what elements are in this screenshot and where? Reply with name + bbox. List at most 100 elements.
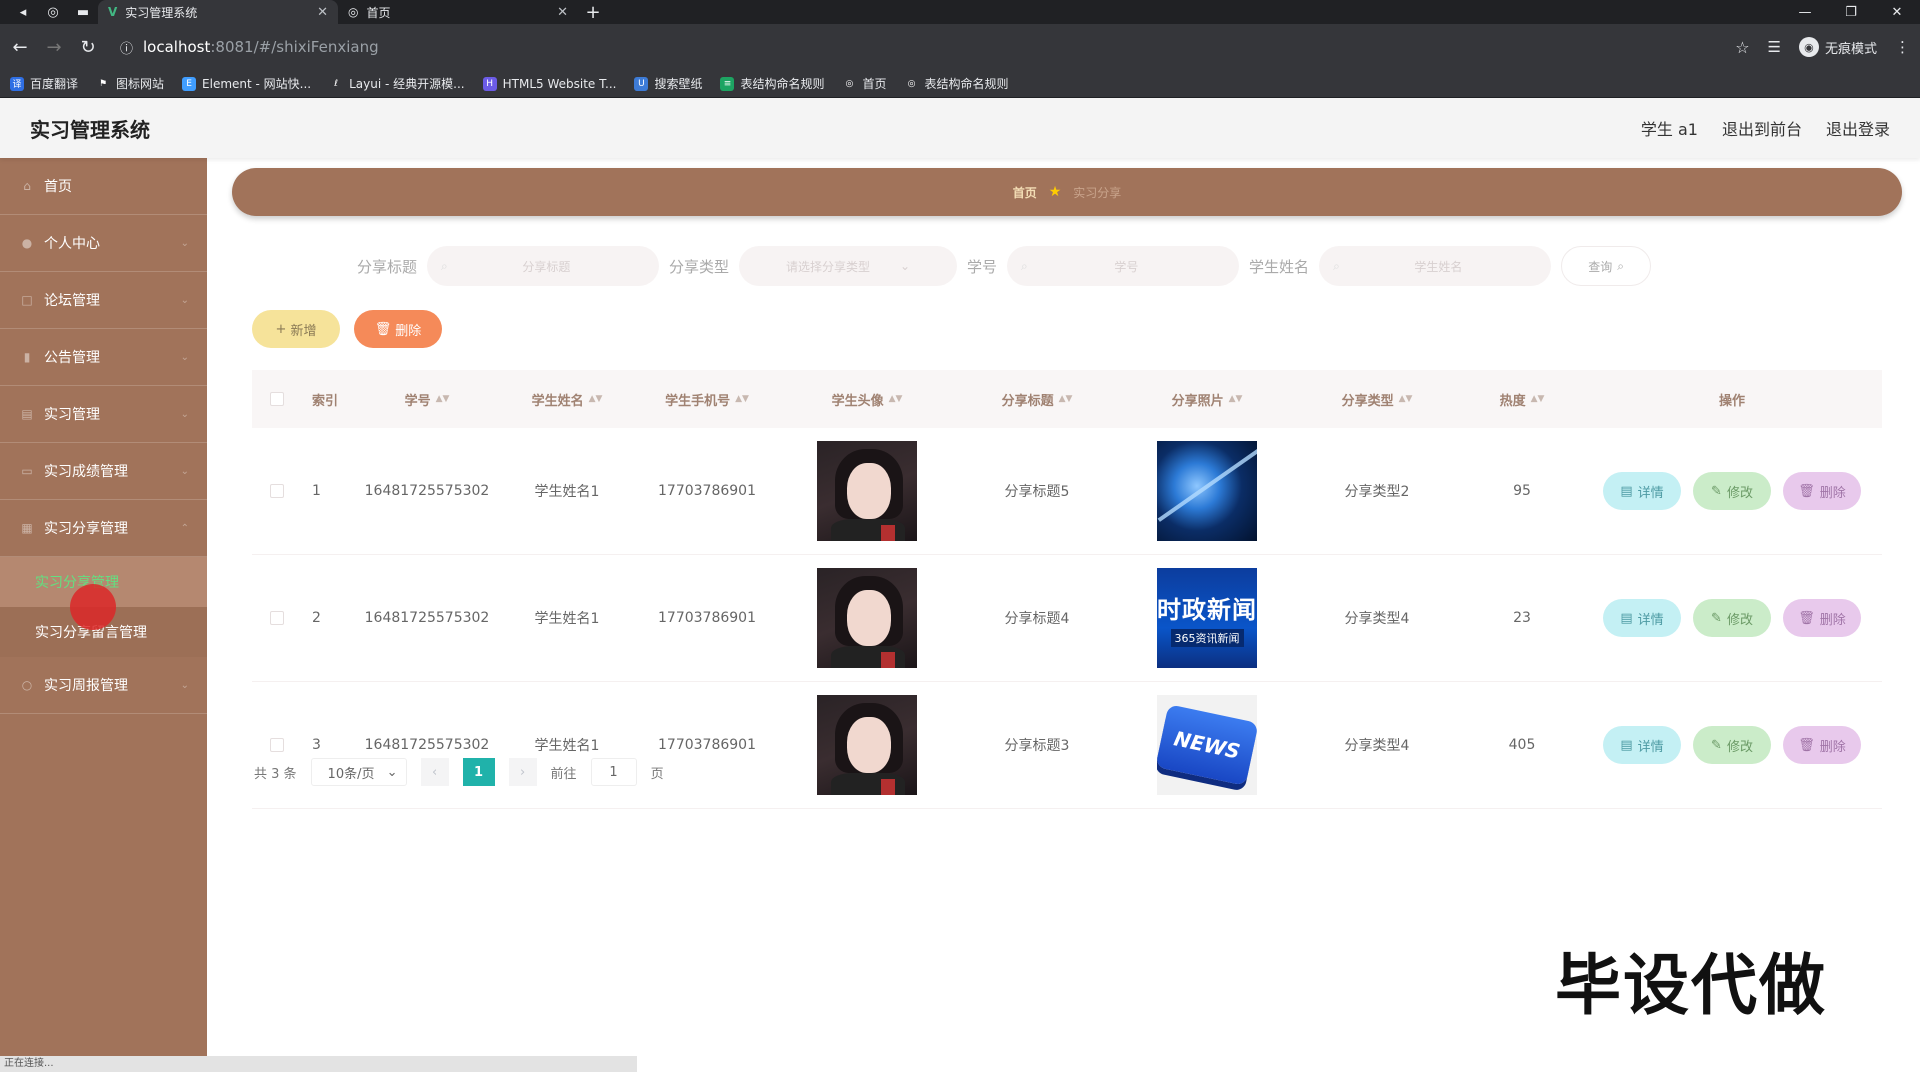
restore-icon[interactable]: ❐ <box>1828 0 1874 24</box>
col-avatar[interactable]: 学生头像 ▲▼ <box>782 390 952 409</box>
col-photo[interactable]: 分享照片 ▲▼ <box>1122 390 1292 409</box>
tab-inactive[interactable]: ◎ 首页 ✕ <box>338 0 578 24</box>
page-size-select[interactable]: 10条/页 ⌄ <box>310 758 407 786</box>
sidebar-item-label: 论坛管理 <box>44 293 100 309</box>
globe-icon[interactable]: ◎ <box>38 0 68 24</box>
type-label: 分享类型 <box>669 257 730 276</box>
bookmark-item[interactable]: U 搜索壁纸 <box>634 75 702 92</box>
tab-active[interactable]: V 实习管理系统 ✕ <box>98 0 338 24</box>
bookmark-item[interactable]: 译百度翻译 <box>10 75 78 92</box>
globe-icon: ◎ <box>348 5 359 19</box>
delete-button[interactable]: 🗑 删除 <box>1783 726 1861 764</box>
share-photo-news-banner[interactable]: 时政新闻 365资讯新闻 <box>1157 568 1257 668</box>
student-avatar-image[interactable] <box>817 441 917 541</box>
bookmark-item[interactable]: ⚑ 图标网站 <box>96 75 164 92</box>
row-checkbox[interactable] <box>252 738 302 752</box>
reload-icon[interactable]: ↻ <box>78 37 98 58</box>
student-avatar-image[interactable] <box>817 695 917 795</box>
student-avatar-image[interactable] <box>817 568 917 668</box>
detail-button[interactable]: ▤ 详情 <box>1603 472 1681 510</box>
edit-button[interactable]: ✎ 修改 <box>1693 472 1771 510</box>
incognito-badge[interactable]: ◉ 无痕模式 <box>1798 37 1877 57</box>
sidebar-item-share[interactable]: ▦ 实习分享管理 ⌃ <box>0 500 207 557</box>
select-all-checkbox[interactable] <box>252 392 302 406</box>
name-search-input[interactable]: ⌕ 学生姓名 <box>1319 246 1552 286</box>
sidebar-item-home[interactable]: ⌂ 首页 <box>0 158 207 215</box>
prev-page-button[interactable]: ‹ <box>420 758 449 786</box>
edit-button[interactable]: ✎ 修改 <box>1693 726 1771 764</box>
watermark-text: 毕设代做 <box>1555 947 1827 1024</box>
col-hot[interactable]: 热度 ▲▼ <box>1462 390 1582 409</box>
cell-name: 学生姓名1 <box>534 611 600 627</box>
audio-icon[interactable]: ◂ <box>8 0 38 24</box>
edit-button[interactable]: ✎ 修改 <box>1693 599 1771 637</box>
delete-button[interactable]: 🗑 删除 <box>1783 599 1861 637</box>
batch-delete-button[interactable]: 🗑 删除 <box>354 310 442 348</box>
url-field[interactable]: ⓘ localhost:8081/#/shixiFenxiang <box>112 32 1721 62</box>
id-search-input[interactable]: ⌕ 学号 <box>1007 246 1240 286</box>
cell-index: 3 <box>312 737 321 753</box>
sidebar-item-profile[interactable]: ● 个人中心 ⌄ <box>0 215 207 272</box>
detail-button[interactable]: ▤ 详情 <box>1603 726 1681 764</box>
add-button[interactable]: + 新增 <box>252 310 340 348</box>
cell-student-id: 16481725575302 <box>364 737 490 753</box>
col-type[interactable]: 分享类型 ▲▼ <box>1292 390 1462 409</box>
bookmark-item[interactable]: H HTML5 Website T... <box>482 76 617 91</box>
row-checkbox[interactable] <box>252 611 302 625</box>
current-user: 学生 a1 <box>1640 120 1698 139</box>
back-to-front-link[interactable]: 退出到前台 <box>1722 116 1802 140</box>
menu-icon[interactable]: ⋮ <box>1895 38 1910 56</box>
detail-button[interactable]: ▤ 详情 <box>1603 599 1681 637</box>
chevron-down-icon: ⌄ <box>386 764 398 780</box>
goto-page-input[interactable]: 1 <box>590 758 637 786</box>
sidebar-item-label: 实习周报管理 <box>44 678 128 694</box>
bookmark-item[interactable]: ≡ 表结构命名规则 <box>720 75 824 92</box>
bookmark-label: HTML5 Website T... <box>502 76 617 91</box>
row-checkbox[interactable] <box>252 484 302 498</box>
cell-avatar <box>782 441 952 541</box>
notice-icon: ▮ <box>23 350 31 364</box>
logout-link[interactable]: 退出登录 <box>1826 116 1890 140</box>
cell-student-id: 16481725575302 <box>364 610 490 626</box>
close-icon[interactable]: ✕ <box>317 5 328 20</box>
back-arrow-icon[interactable]: ← <box>10 37 30 58</box>
col-student-id[interactable]: 学号 ▲▼ <box>352 390 502 409</box>
col-title[interactable]: 分享标题 ▲▼ <box>952 390 1122 409</box>
sort-icon: ▲▼ <box>435 394 450 404</box>
query-button[interactable]: 查询 ⌕ <box>1561 246 1652 286</box>
type-select[interactable]: 请选择分享类型 ⌄ <box>739 246 958 286</box>
minimize-icon[interactable]: — <box>1782 0 1828 24</box>
reading-list-icon[interactable]: ☰ <box>1768 38 1781 56</box>
bookmark-item[interactable]: E Element - 网站快... <box>182 75 311 92</box>
sidebar-item-notice[interactable]: ▮ 公告管理 ⌄ <box>0 329 207 386</box>
sidebar-item-weekly-report[interactable]: ○ 实习周报管理 ⌄ <box>0 657 207 714</box>
report-icon: ○ <box>21 678 33 692</box>
col-name[interactable]: 学生姓名 ▲▼ <box>502 390 632 409</box>
sidebar-item-internship[interactable]: ▤ 实习管理 ⌄ <box>0 386 207 443</box>
trash-icon: 🗑 <box>1798 610 1815 626</box>
window-icon[interactable]: ▬ <box>68 0 98 24</box>
delete-label: 删除 <box>395 323 422 339</box>
close-icon[interactable]: ✕ <box>557 5 568 20</box>
bookmark-item[interactable]: ℓ Layui - 经典开源模... <box>329 75 464 92</box>
sidebar-item-label: 实习分享管理 <box>44 521 128 537</box>
breadcrumb-home[interactable]: 首页 <box>1013 184 1037 201</box>
cell-phone: 17703786901 <box>658 737 756 753</box>
bookmark-item[interactable]: ◎ 首页 <box>842 75 887 92</box>
col-phone[interactable]: 学生手机号 ▲▼ <box>632 390 782 409</box>
bookmark-item[interactable]: ◎ 表结构命名规则 <box>905 75 1009 92</box>
sidebar-item-forum[interactable]: □ 论坛管理 ⌄ <box>0 272 207 329</box>
page-number-current[interactable]: 1 <box>462 758 495 786</box>
share-photo-news-key[interactable]: NEWS <box>1157 695 1257 795</box>
star-icon[interactable]: ☆ <box>1735 38 1749 57</box>
delete-button[interactable]: 🗑 删除 <box>1783 472 1861 510</box>
sidebar-item-grades[interactable]: ▭ 实习成绩管理 ⌄ <box>0 443 207 500</box>
title-search-input[interactable]: ⌕ 分享标题 <box>427 246 660 286</box>
chevron-down-icon: ⌄ <box>180 408 189 420</box>
trash-icon: 🗑 <box>1798 483 1815 499</box>
close-window-icon[interactable]: ✕ <box>1874 0 1920 24</box>
forward-arrow-icon[interactable]: → <box>44 37 64 58</box>
next-page-button[interactable]: › <box>508 758 537 786</box>
new-tab-button[interactable]: + <box>578 0 608 24</box>
share-photo-globe[interactable] <box>1157 441 1257 541</box>
